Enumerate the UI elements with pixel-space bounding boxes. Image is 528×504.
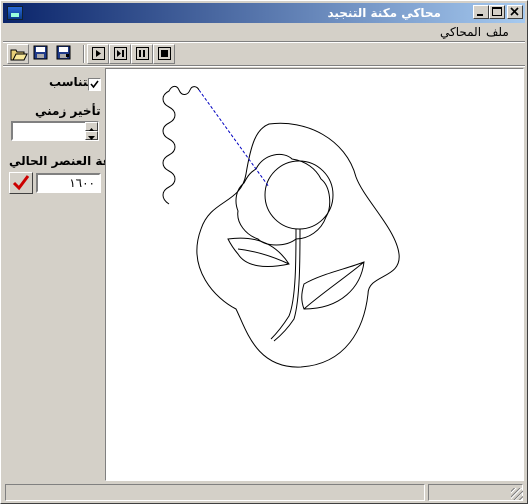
flower-center: [264, 160, 334, 230]
arrow-down-icon: [88, 136, 95, 140]
minimize-button[interactable]: [473, 5, 489, 19]
stem: [270, 228, 301, 342]
menu-file[interactable]: ملف: [486, 25, 509, 39]
pause-button[interactable]: [131, 44, 153, 64]
minimize-icon: [477, 14, 483, 16]
menu-bar: ملف المحاكي: [3, 23, 525, 41]
stop-button[interactable]: [153, 44, 175, 64]
stitch-pattern: [162, 85, 400, 368]
resize-grip[interactable]: [511, 488, 523, 500]
element-speed-field[interactable]: ١٦٠٠: [36, 173, 101, 193]
app-window: محاكي مكنة التنجيد ملف المحاكي متناسب تأ…: [0, 0, 528, 504]
step-button[interactable]: [109, 44, 131, 64]
time-delay-label: تأخير زمني: [35, 104, 101, 118]
menu-simulator[interactable]: المحاكي: [440, 25, 481, 39]
play-button[interactable]: [87, 44, 109, 64]
toolbar: [3, 43, 525, 65]
stop-icon: [158, 47, 171, 60]
maximize-icon: [492, 7, 502, 16]
flower-outline: [235, 153, 331, 246]
status-pane-main: [5, 484, 425, 501]
apply-speed-button[interactable]: [9, 172, 33, 194]
play-icon: [92, 47, 105, 60]
status-pane-secondary: [428, 484, 523, 501]
right-leaf: [301, 261, 365, 310]
pause-icon: [136, 47, 149, 60]
window-title: محاكي مكنة التنجيد: [327, 6, 441, 20]
spin-up-button[interactable]: [85, 122, 98, 132]
spin-down-button[interactable]: [85, 131, 98, 140]
open-button[interactable]: [7, 44, 29, 64]
checkmark-icon: [12, 175, 30, 191]
wavy-stitch-line: [162, 85, 200, 205]
app-icon: [7, 6, 23, 20]
title-bar: محاكي مكنة التنجيد: [3, 3, 525, 23]
toolbar-separator: [83, 45, 85, 63]
proportional-checkbox[interactable]: [88, 78, 101, 91]
checkmark-icon: [90, 80, 99, 89]
drawing-canvas[interactable]: [105, 68, 524, 481]
close-button[interactable]: [507, 5, 523, 19]
jump-line: [198, 89, 270, 188]
maximize-button[interactable]: [489, 5, 505, 19]
save-button[interactable]: [30, 44, 52, 64]
left-leaf: [227, 237, 290, 267]
close-icon: [510, 7, 519, 16]
toolbar-separator-bottom: [3, 65, 525, 67]
save-icon: [33, 45, 48, 60]
open-icon: [10, 49, 28, 61]
step-icon: [114, 47, 127, 60]
save-as-button[interactable]: [53, 44, 75, 64]
status-bar: [3, 483, 525, 502]
save-as-icon: [56, 45, 71, 60]
